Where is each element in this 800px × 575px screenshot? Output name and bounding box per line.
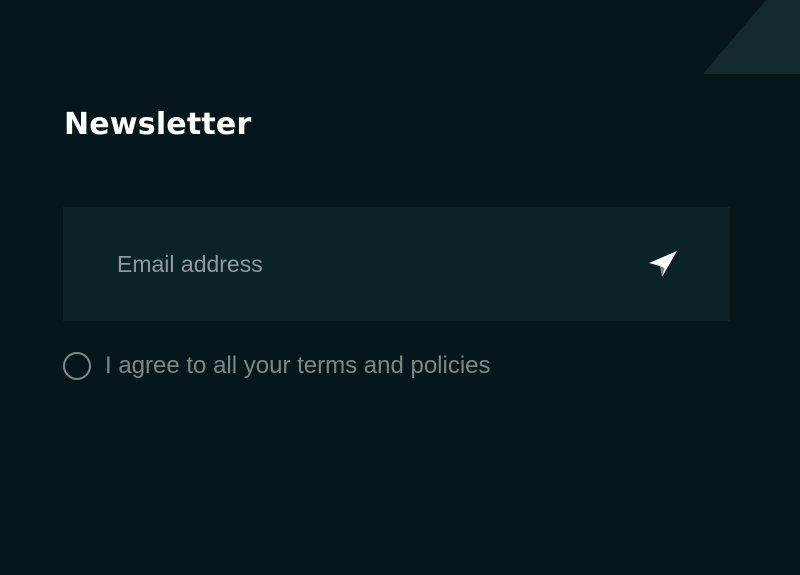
paper-plane-icon	[649, 251, 677, 277]
newsletter-title: Newsletter	[64, 107, 252, 142]
newsletter-section: Newsletter I agree to all your terms and…	[0, 0, 800, 575]
decorative-corner-shape	[703, 0, 800, 74]
email-form	[63, 207, 730, 321]
email-input[interactable]	[63, 207, 623, 321]
terms-agree-label: I agree to all your terms and policies	[105, 352, 491, 379]
terms-agree-option[interactable]: I agree to all your terms and policies	[63, 349, 491, 383]
send-button[interactable]	[633, 234, 693, 294]
terms-radio[interactable]	[63, 352, 91, 380]
